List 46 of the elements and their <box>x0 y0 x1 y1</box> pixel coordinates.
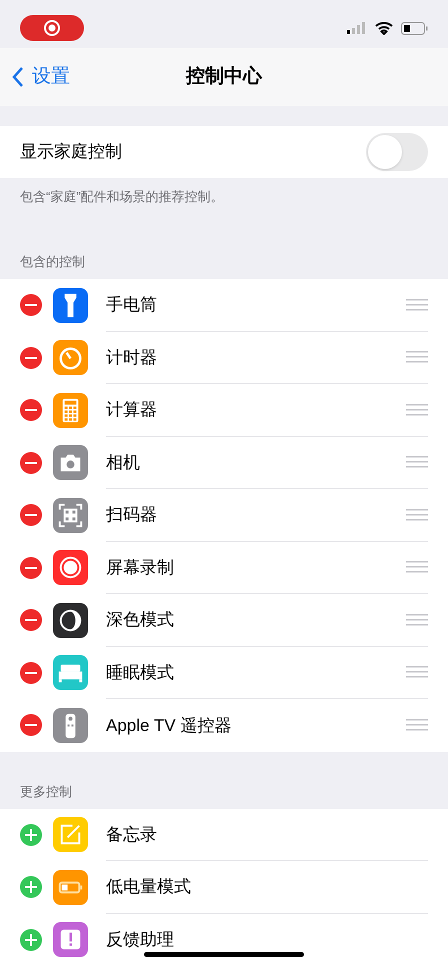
control-label: 备忘录 <box>106 824 157 846</box>
remove-icon[interactable] <box>20 714 42 736</box>
remove-icon[interactable] <box>20 399 42 422</box>
remove-icon[interactable] <box>20 294 42 316</box>
setting-label: 显示家庭控制 <box>20 141 122 164</box>
drag-handle-icon[interactable] <box>406 351 428 364</box>
section-header: 更多控制 <box>20 782 72 800</box>
back-label: 设置 <box>32 64 70 89</box>
recording-indicator-icon <box>20 15 84 41</box>
section-header: 包含的控制 <box>20 253 85 271</box>
page-title: 控制中心 <box>186 66 262 87</box>
drag-handle-icon[interactable] <box>406 719 428 732</box>
remove-icon[interactable] <box>20 662 42 684</box>
control-label: 计算器 <box>106 399 157 421</box>
control-label: 深色模式 <box>106 609 174 631</box>
drag-handle-icon[interactable] <box>406 298 428 311</box>
toggle-switch[interactable] <box>366 133 428 171</box>
control-label: 反馈助理 <box>106 929 174 951</box>
control-label: Apple TV 遥控器 <box>106 714 232 736</box>
footer-note: 包含“家庭”配件和场景的推荐控制。 <box>20 189 224 204</box>
back-button[interactable]: 设置 <box>0 62 70 92</box>
control-label: 手电筒 <box>106 294 157 316</box>
drag-handle-icon[interactable] <box>406 614 428 626</box>
drag-handle-icon[interactable] <box>406 404 428 416</box>
chevron-left-icon <box>12 66 24 88</box>
battery-icon <box>401 22 428 34</box>
add-icon[interactable] <box>20 928 42 951</box>
remove-icon[interactable] <box>20 504 42 526</box>
drag-handle-icon[interactable] <box>406 456 428 468</box>
add-icon[interactable] <box>20 824 42 846</box>
drag-handle-icon[interactable] <box>406 508 428 521</box>
control-label: 睡眠模式 <box>106 662 174 684</box>
drag-handle-icon[interactable] <box>406 666 428 678</box>
control-label: 扫码器 <box>106 504 157 526</box>
remove-icon[interactable] <box>20 609 42 632</box>
wifi-icon <box>375 22 393 34</box>
signal-icon <box>347 22 367 34</box>
control-label: 计时器 <box>106 346 157 368</box>
control-label: 低电量模式 <box>106 876 191 898</box>
remove-icon[interactable] <box>20 346 42 369</box>
remove-icon[interactable] <box>20 556 42 579</box>
add-icon[interactable] <box>20 876 42 898</box>
control-label: 屏幕录制 <box>106 556 174 578</box>
drag-handle-icon[interactable] <box>406 561 428 574</box>
control-label: 相机 <box>106 452 140 474</box>
remove-icon[interactable] <box>20 452 42 474</box>
